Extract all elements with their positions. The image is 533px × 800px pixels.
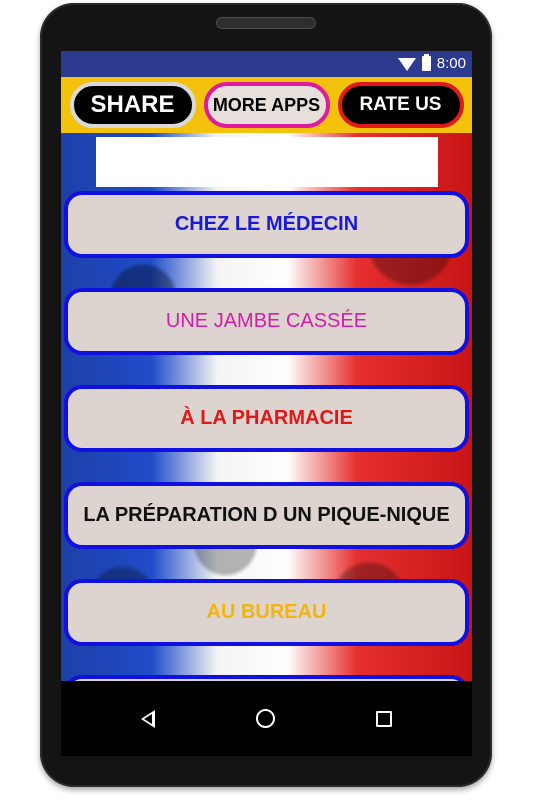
menu-item-label: UNE JAMBE CASSÉE — [165, 310, 368, 332]
status-bar: 8:00 — [61, 51, 472, 77]
app-screen: 8:00 SHARE MORE APPS RATE US CHEZ LE MÉD… — [61, 51, 472, 756]
home-icon[interactable] — [255, 709, 275, 728]
menu-item-label: CHEZ LE MÉDECIN — [174, 213, 359, 235]
lesson-list[interactable]: CHEZ LE MÉDECIN UNE JAMBE CASSÉE À LA PH… — [61, 133, 472, 681]
top-action-bar: SHARE MORE APPS RATE US — [61, 77, 472, 133]
wifi-icon — [397, 58, 416, 71]
menu-item[interactable]: LA PRÉPARATION D UN PIQUE-NIQUE — [64, 482, 469, 549]
ad-banner[interactable] — [96, 137, 438, 187]
menu-item[interactable]: AU BUREAU — [64, 579, 469, 646]
menu-item-label: LA PRÉPARATION D UN PIQUE-NIQUE — [83, 504, 450, 526]
rate-us-button[interactable]: RATE US — [337, 82, 464, 128]
back-icon[interactable] — [141, 709, 156, 728]
android-nav-bar — [61, 681, 472, 756]
status-clock: 8:00 — [436, 55, 466, 72]
menu-item-label: AU BUREAU — [206, 601, 327, 623]
menu-item[interactable]: UNE JAMBE CASSÉE — [64, 288, 469, 355]
speaker-grille — [216, 17, 316, 29]
menu-item[interactable]: À LA PHARMACIE — [64, 385, 469, 452]
recents-icon[interactable] — [375, 710, 392, 727]
menu-item[interactable]: CHEZ LE MÉDECIN — [64, 191, 469, 258]
menu-item-label: À LA PHARMACIE — [180, 407, 353, 429]
battery-icon — [421, 54, 431, 71]
share-button[interactable]: SHARE — [69, 82, 196, 128]
more-apps-button[interactable]: MORE APPS — [203, 82, 330, 128]
